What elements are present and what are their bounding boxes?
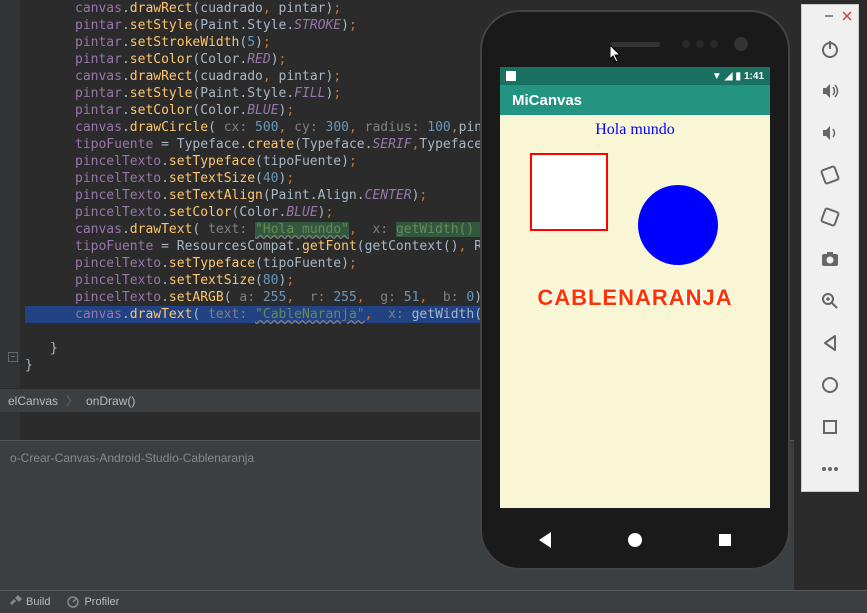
chevron-right-icon: 〉 xyxy=(66,392,78,409)
canvas-rectangle xyxy=(530,153,608,231)
app-title-bar: MiCanvas xyxy=(500,85,770,115)
volume-down-button[interactable] xyxy=(818,121,842,145)
code-editor[interactable]: − canvas.drawRect(cuadrado, pintar); pin… xyxy=(0,0,480,440)
code-line[interactable]: pintar.setColor(Color.BLUE); xyxy=(25,102,480,119)
code-line[interactable]: pintar.setStrokeWidth(5); xyxy=(25,34,480,51)
code-line[interactable]: canvas.drawCircle( cx: 500, cy: 300, rad… xyxy=(25,119,480,136)
code-line[interactable]: pincelTexto.setARGB( a: 255, r: 255, g: … xyxy=(25,289,480,306)
mouse-cursor-icon xyxy=(610,45,622,63)
nav-recent-button[interactable] xyxy=(719,534,731,546)
canvas-area: Hola mundo CABLENARANJA xyxy=(500,115,770,508)
wifi-icon: ▼ xyxy=(712,71,722,82)
code-line[interactable]: canvas.drawText( text: "Hola mundo", x: … xyxy=(25,221,480,238)
canvas-text-cablenaranja: CABLENARANJA xyxy=(537,285,732,311)
close-button[interactable] xyxy=(840,9,854,23)
device-screen[interactable]: ▼ ◢ ▮ 1:41 MiCanvas Hola mundo CABLENARA… xyxy=(500,67,770,508)
back-button[interactable] xyxy=(818,331,842,355)
power-button[interactable] xyxy=(818,37,842,61)
emulator-side-toolbar xyxy=(801,4,859,492)
volume-up-button[interactable] xyxy=(818,79,842,103)
app-title: MiCanvas xyxy=(512,92,582,109)
android-emulator[interactable]: ▼ ◢ ▮ 1:41 MiCanvas Hola mundo CABLENARA… xyxy=(480,10,790,570)
hammer-icon xyxy=(8,595,22,609)
profiler-tab[interactable]: Profiler xyxy=(66,595,119,609)
overview-button[interactable] xyxy=(818,415,842,439)
code-line[interactable]: tipoFuente = Typeface.create(Typeface.SE… xyxy=(25,136,480,153)
editor-gutter xyxy=(0,0,20,440)
battery-icon: ▮ xyxy=(735,71,741,82)
code-line[interactable]: pincelTexto.setTypeface(tipoFuente); xyxy=(25,153,480,170)
minimize-button[interactable] xyxy=(822,9,836,23)
code-line[interactable]: pincelTexto.setTextAlign(Paint.Align.CEN… xyxy=(25,187,480,204)
screenshot-button[interactable] xyxy=(818,247,842,271)
code-line[interactable]: pincelTexto.setTypeface(tipoFuente); xyxy=(25,255,480,272)
code-line[interactable]: tipoFuente = ResourcesCompat.getFont(get… xyxy=(25,238,480,255)
code-line[interactable]: pincelTexto.setColor(Color.BLUE); xyxy=(25,204,480,221)
nav-back-button[interactable] xyxy=(539,532,551,548)
fold-marker[interactable]: − xyxy=(8,352,18,362)
device-sensors xyxy=(682,40,718,48)
device-frame: ▼ ◢ ▮ 1:41 MiCanvas Hola mundo CABLENARA… xyxy=(480,10,790,570)
breadcrumb: elCanvas 〉 onDraw() xyxy=(0,388,480,412)
nav-home-button[interactable] xyxy=(628,533,642,547)
code-line[interactable]: pintar.setStyle(Paint.Style.FILL); xyxy=(25,85,480,102)
signal-icon: ◢ xyxy=(725,71,733,82)
android-nav-bar xyxy=(500,520,770,560)
device-camera xyxy=(734,37,748,51)
code-line[interactable]: pintar.setStyle(Paint.Style.STROKE); xyxy=(25,17,480,34)
code-line[interactable]: } xyxy=(25,340,480,357)
app-icon xyxy=(506,71,516,81)
code-line[interactable]: pintar.setColor(Color.RED); xyxy=(25,51,480,68)
code-line[interactable]: canvas.drawRect(cuadrado, pintar); xyxy=(25,68,480,85)
breadcrumb-item[interactable]: onDraw() xyxy=(86,394,135,408)
code-line[interactable] xyxy=(25,323,480,340)
zoom-button[interactable] xyxy=(818,289,842,313)
more-button[interactable] xyxy=(818,457,842,481)
android-status-bar: ▼ ◢ ▮ 1:41 xyxy=(500,67,770,85)
canvas-text-hola: Hola mundo xyxy=(595,121,675,139)
gauge-icon xyxy=(66,595,80,609)
status-time: 1:41 xyxy=(744,71,764,82)
rotate-left-button[interactable] xyxy=(818,163,842,187)
rotate-right-button[interactable] xyxy=(818,205,842,229)
code-line[interactable]: canvas.drawRect(cuadrado, pintar); xyxy=(25,0,480,17)
code-line[interactable]: } xyxy=(25,357,480,374)
canvas-circle xyxy=(638,185,718,265)
home-button[interactable] xyxy=(818,373,842,397)
breadcrumb-item[interactable]: elCanvas xyxy=(8,394,58,408)
code-line[interactable]: pincelTexto.setTextSize(40); xyxy=(25,170,480,187)
code-line-highlighted[interactable]: canvas.drawText( text: "CableNaranja", x… xyxy=(25,306,480,323)
bottom-toolbar: Build Profiler xyxy=(0,590,867,613)
code-line[interactable]: pincelTexto.setTextSize(80); xyxy=(25,272,480,289)
build-tab[interactable]: Build xyxy=(8,595,50,609)
